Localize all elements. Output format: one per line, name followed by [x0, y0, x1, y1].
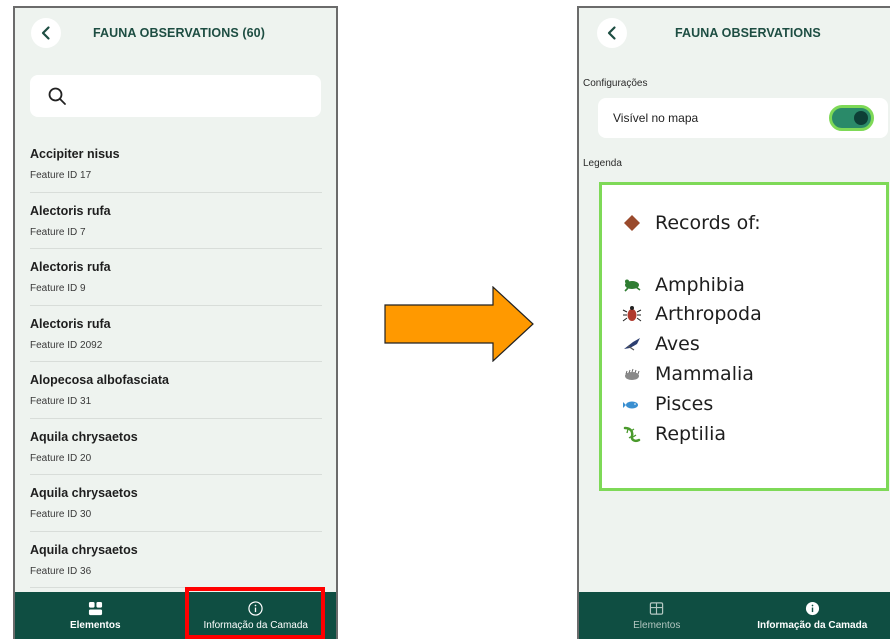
chevron-left-icon: [607, 26, 616, 40]
legend-item: Mammalia: [622, 363, 754, 385]
list-item[interactable]: Alectoris rufa Feature ID 2092: [30, 306, 322, 362]
lizard-icon: [623, 426, 641, 443]
legend-label: Amphibia: [655, 274, 745, 296]
tab-elementos[interactable]: Elementos: [579, 592, 735, 639]
header: FAUNA OBSERVATIONS (60): [15, 8, 336, 58]
species-name: Aquila chrysaetos: [30, 429, 138, 444]
feature-id: Feature ID 20: [30, 452, 92, 464]
arrow-right-icon: [384, 286, 534, 362]
list-item[interactable]: Aquila chrysaetos Feature ID 30: [30, 475, 322, 532]
feature-id: Feature ID 17: [30, 170, 92, 181]
feature-id: Feature ID 9: [30, 283, 86, 294]
list-item[interactable]: Alectoris rufa Feature ID 7: [30, 193, 322, 249]
page-title: FAUNA OBSERVATIONS (60): [93, 26, 265, 40]
list-item[interactable]: Alectoris rufa Feature ID 9: [30, 249, 322, 306]
legend-label: Reptilia: [655, 423, 727, 445]
tab-label: Elementos: [633, 619, 681, 631]
visible-on-map-row: Visível no mapa: [598, 98, 888, 138]
search-icon: [48, 87, 66, 105]
legend-item: Reptilia: [622, 423, 726, 445]
feature-id: Feature ID 30: [30, 509, 92, 520]
header: FAUNA OBSERVATIONS: [579, 8, 890, 58]
feature-id: Feature ID 2092: [30, 339, 103, 351]
legend-section-label: Legenda: [583, 158, 622, 169]
info-icon: [805, 601, 819, 615]
hedgehog-icon: [625, 368, 640, 380]
settings-section-label: Configurações: [583, 78, 648, 89]
legend-header: Records of:: [655, 212, 761, 234]
chevron-left-icon: [41, 26, 50, 40]
legend-item: Arthropoda: [622, 303, 762, 325]
diamond-icon: [624, 215, 640, 231]
tab-label: Elementos: [69, 619, 121, 631]
tab-elementos[interactable]: Elementos: [15, 592, 176, 639]
legend-label: Aves: [655, 333, 700, 355]
legend-box: Records of: Amphibia Arthropoda Aves Mam…: [599, 182, 889, 491]
legend-item: Amphibia: [622, 274, 745, 296]
frog-icon: [624, 279, 641, 292]
species-name: Alopecosa albofasciata: [30, 373, 169, 387]
toggle-knob: [854, 111, 868, 125]
observation-list: Accipiter nisus Feature ID 17 Alectoris …: [30, 136, 322, 588]
list-item[interactable]: Aquila chrysaetos Feature ID 20: [30, 419, 322, 475]
highlight-annotation: [185, 587, 325, 639]
legend-label: Arthropoda: [655, 303, 762, 325]
species-name: Alectoris rufa: [30, 203, 111, 218]
table-icon: [650, 601, 664, 615]
bottom-navigation: Elementos Informação da Camada: [579, 592, 890, 639]
bird-icon: [624, 338, 640, 351]
feature-id: Feature ID 7: [30, 226, 86, 238]
observations-list-screen: FAUNA OBSERVATIONS (60) Accipiter nisus …: [13, 6, 338, 639]
page-title: FAUNA OBSERVATIONS: [675, 26, 821, 40]
layer-info-screen: FAUNA OBSERVATIONS Configurações Visível…: [577, 6, 890, 639]
search-input[interactable]: [74, 83, 309, 109]
species-name: Aquila chrysaetos: [30, 542, 138, 557]
species-name: Alectoris rufa: [30, 316, 111, 331]
visible-on-map-label: Visível no mapa: [613, 111, 699, 125]
species-name: Alectoris rufa: [30, 260, 111, 274]
list-item[interactable]: Accipiter nisus Feature ID 17: [30, 136, 322, 193]
legend-item: Pisces: [622, 393, 713, 415]
tab-label: Informação da Camada: [757, 619, 868, 631]
legend-header-row: Records of:: [622, 212, 761, 234]
back-button[interactable]: [597, 18, 627, 48]
beetle-icon: [622, 306, 642, 322]
visible-on-map-toggle[interactable]: [829, 105, 874, 131]
list-item[interactable]: Aquila chrysaetos Feature ID 36: [30, 532, 322, 588]
legend-label: Pisces: [655, 393, 714, 415]
feature-id: Feature ID 31: [30, 396, 92, 407]
grid-icon: [88, 601, 102, 615]
species-name: Accipiter nisus: [30, 147, 120, 161]
legend-label: Mammalia: [655, 363, 754, 385]
feature-id: Feature ID 36: [30, 565, 92, 577]
species-name: Aquila chrysaetos: [30, 486, 138, 500]
search-field[interactable]: [30, 75, 321, 117]
tab-layer-info[interactable]: Informação da Camada: [735, 592, 890, 639]
list-item[interactable]: Alopecosa albofasciata Feature ID 31: [30, 362, 322, 419]
back-button[interactable]: [31, 18, 61, 48]
legend-item: Aves: [622, 333, 700, 355]
fish-icon: [623, 401, 638, 409]
